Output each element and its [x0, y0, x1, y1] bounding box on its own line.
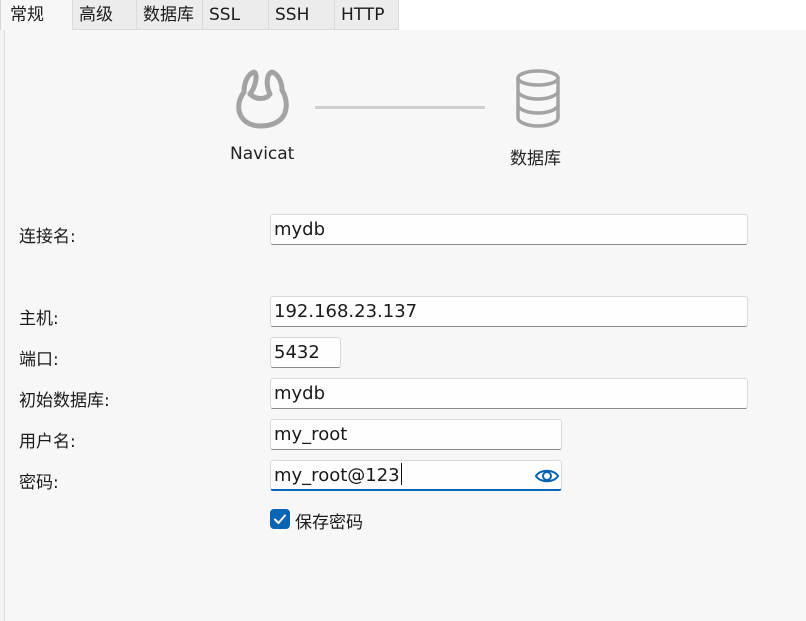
connection-line [315, 106, 485, 109]
tab-ssh[interactable]: SSH [269, 0, 335, 30]
text-caret [400, 463, 402, 485]
username-label: 用户名: [19, 432, 76, 452]
tab-general[interactable]: 常规 [0, 0, 73, 30]
tab-ssl[interactable]: SSL [203, 0, 269, 30]
username-input[interactable]: my_root [270, 419, 562, 450]
port-label: 端口: [19, 350, 59, 370]
navicat-caption: Navicat [230, 144, 295, 164]
password-label: 密码: [19, 473, 59, 493]
initial-database-label: 初始数据库: [19, 391, 110, 411]
tab-advanced[interactable]: 高级 [73, 0, 137, 30]
checkmark-icon [274, 514, 286, 524]
initial-database-input[interactable]: mydb [270, 378, 748, 409]
password-value: my_root@123 [274, 465, 400, 486]
port-input[interactable]: 5432 [270, 337, 341, 368]
eye-icon[interactable] [534, 463, 560, 493]
connection-name-input[interactable]: mydb [270, 214, 748, 245]
save-password-label: 保存密码 [295, 513, 363, 533]
tab-database[interactable]: 数据库 [137, 0, 203, 30]
connection-name-label: 连接名: [19, 227, 76, 247]
navicat-logo-icon [230, 66, 294, 134]
host-label: 主机: [19, 309, 59, 329]
database-caption: 数据库 [510, 149, 561, 169]
host-input[interactable]: 192.168.23.137 [270, 296, 748, 327]
database-icon [513, 68, 563, 134]
tab-bar: 常规 高级 数据库 SSL SSH HTTP [0, 0, 806, 30]
tab-http[interactable]: HTTP [335, 0, 399, 30]
password-input[interactable]: my_root@123 [270, 460, 562, 491]
save-password-checkbox[interactable] [270, 509, 290, 529]
